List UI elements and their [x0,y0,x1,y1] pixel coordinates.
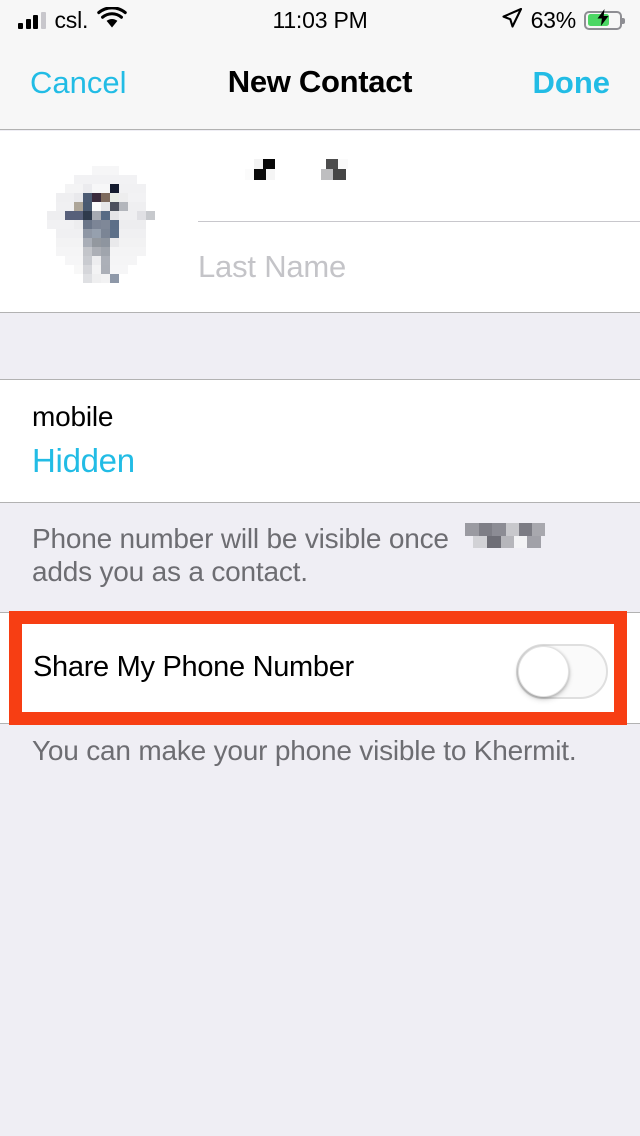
navigation-bar: Cancel New Contact Done [0,40,640,130]
share-my-phone-number-toggle[interactable] [516,644,608,699]
avatar-pixelated-image [38,157,182,301]
status-bar: csl. 11:03 PM 63% [0,0,640,40]
carrier-label: csl. [54,6,89,33]
footnote-line-1-text: Phone number will be visible once [32,522,449,554]
contact-photo-avatar[interactable] [38,157,182,301]
section-gap [0,313,640,379]
last-name-placeholder: Last Name [198,249,347,284]
wifi-icon [97,5,127,34]
location-arrow-icon [501,7,523,34]
clock-label: 11:03 PM [272,6,368,33]
battery-charging-icon [584,9,626,30]
battery-percent-label: 63% [530,6,577,33]
name-fields: Last Name [198,131,640,312]
first-name-redacted-value [226,159,356,194]
contact-name-section: Last Name [0,131,640,313]
footnote-redacted-name [464,521,549,556]
phone-label: mobile [32,401,114,432]
done-button[interactable]: Done [533,65,611,101]
phone-value[interactable]: Hidden [32,442,135,480]
share-my-phone-number-row[interactable]: Share My Phone Number [0,612,640,724]
phone-section[interactable]: mobile Hidden [0,379,640,503]
last-name-field[interactable]: Last Name [198,222,640,312]
toggle-knob [518,646,569,697]
footnote-line-2: adds you as a contact. [32,556,308,587]
first-name-field[interactable] [198,131,640,222]
status-bar-center: 11:03 PM [272,7,367,34]
phone-visibility-footnote: Phone number will be visible once adds y… [0,504,640,612]
cellular-signal-icon [18,11,46,29]
status-bar-right: 63% [368,6,626,34]
share-phone-footnote: You can make your phone visible to Kherm… [32,735,577,766]
status-bar-left: csl. [18,5,272,34]
footnote-line-1: Phone number will be visible once [32,521,549,556]
share-my-phone-number-label: Share My Phone Number [33,651,354,683]
